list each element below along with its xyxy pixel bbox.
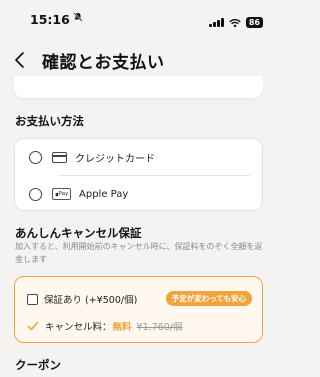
- status-time: 15:16: [30, 12, 70, 27]
- payment-option-label: クレジットカード: [75, 153, 155, 165]
- wifi-icon: [229, 13, 241, 32]
- status-bar: 15:16 86: [0, 0, 277, 34]
- coupon-section-title: クーポン: [15, 358, 61, 372]
- apple-pay-icon-text: Pay: [58, 191, 69, 197]
- payment-methods-card: クレジットカード Pay Apple Pay: [14, 138, 263, 211]
- payment-section-title: お支払い方法: [15, 114, 84, 128]
- page-title: 確認とお支払い: [42, 53, 165, 73]
- insurance-badge: 予定が変わっても安心: [165, 291, 252, 306]
- insurance-section-title: あんしんキャンセル保証: [15, 226, 142, 240]
- insurance-checkbox[interactable]: [27, 293, 38, 305]
- previous-section-card: [14, 76, 263, 98]
- payment-option-credit-card[interactable]: クレジットカード: [15, 139, 264, 175]
- insurance-description: 加入すると、利用開始前のキャンセル時に、保証料をのぞく全額を返金します: [15, 242, 263, 264]
- back-button[interactable]: [12, 50, 30, 70]
- radio-button[interactable]: [29, 187, 42, 201]
- cancel-fee-original: ¥1,760/個: [136, 322, 183, 333]
- insurance-option-label: 保証あり (+¥500/個): [44, 295, 138, 306]
- insurance-option[interactable]: 保証あり (+¥500/個): [27, 292, 137, 306]
- cancel-fee-free: 無料: [112, 322, 132, 333]
- credit-card-icon: [52, 151, 67, 163]
- silent-bell-icon: [73, 12, 83, 25]
- cellular-signal-icon: [209, 18, 224, 27]
- cancel-fee-row: キャンセル料： 無料 ¥1,760/個: [27, 319, 182, 333]
- payment-option-label: Apple Pay: [79, 188, 129, 200]
- battery-indicator: 86: [245, 17, 263, 28]
- cancel-fee-label: キャンセル料：: [45, 322, 112, 333]
- apple-pay-icon: Pay: [52, 188, 71, 200]
- chevron-left-icon: [15, 52, 24, 68]
- payment-option-apple-pay[interactable]: Pay Apple Pay: [15, 176, 264, 212]
- insurance-card: 保証あり (+¥500/個) 予定が変わっても安心 キャンセル料： 無料 ¥1,…: [14, 276, 263, 343]
- checkmark-icon: [27, 321, 39, 331]
- radio-button[interactable]: [29, 150, 42, 164]
